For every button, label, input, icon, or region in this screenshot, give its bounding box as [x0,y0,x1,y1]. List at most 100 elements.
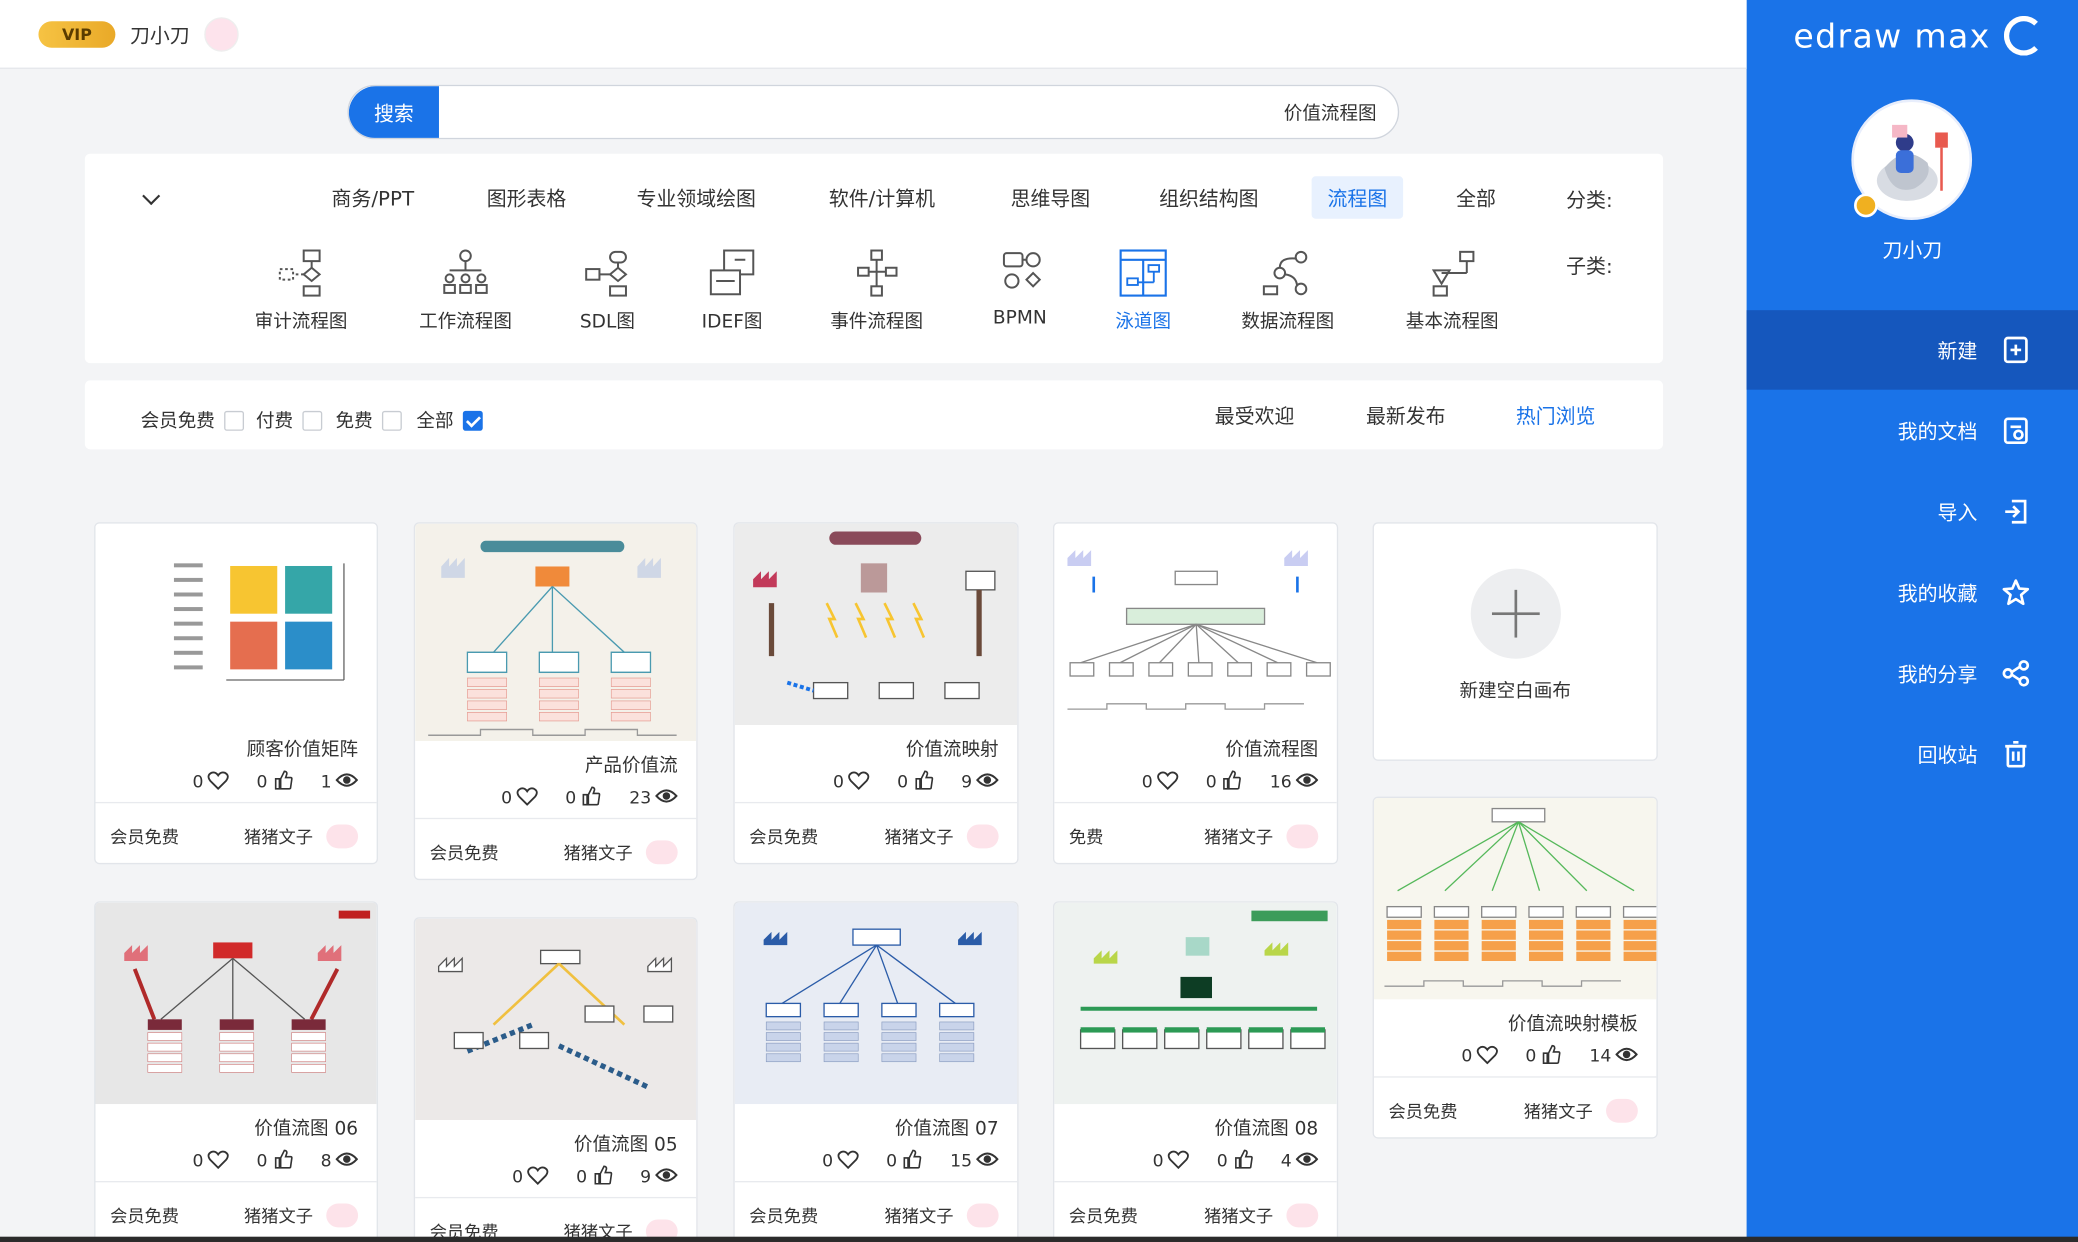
subcategory-swimlane[interactable]: 泳道图 [1084,247,1203,340]
sort-newest[interactable]: 最新发布 [1366,402,1446,430]
subcategory-event-flowchart[interactable]: 事件流程图 [817,247,936,340]
category-tables[interactable]: 图形表格 [471,176,582,218]
template-author[interactable]: 猪猪文子 [244,823,359,848]
sort-hot[interactable]: 热门浏览 [1516,402,1596,430]
favorites-stat[interactable]: 0 [512,1165,550,1190]
template-thumbnail[interactable] [95,902,377,1105]
likes-stat[interactable]: 0 [886,1149,924,1174]
sidebar-item-shared[interactable]: 我的分享 [1747,634,2078,714]
top-user-name[interactable]: 刀小刀 [130,21,190,49]
favorites-stat[interactable]: 0 [501,786,539,811]
category-professional[interactable]: 专业领域绘图 [621,176,772,218]
template-card[interactable]: 价值流图 05 0 0 9 猪猪文子 会员免费 [413,917,698,1242]
sort-popular[interactable]: 最受欢迎 [1215,402,1295,430]
template-author[interactable]: 猪猪文子 [885,1202,999,1227]
template-title[interactable]: 价值流图 08 [1214,1115,1318,1142]
template-thumbnail[interactable] [734,902,1018,1105]
new-canvas-label: 新建空白画布 [1459,681,1571,703]
new-blank-canvas-card[interactable]: 新建空白画布 [1372,522,1658,761]
favorites-stat[interactable]: 0 [1142,770,1180,795]
favorites-stat[interactable]: 0 [833,770,871,795]
audit-flowchart-icon [278,249,322,297]
favorites-stat[interactable]: 0 [1461,1044,1499,1069]
subcategory-bpmn[interactable]: BPMN [960,247,1079,340]
template-title[interactable]: 价值流图 05 [574,1131,678,1158]
template-card[interactable]: 价值流图 07 0 0 15 猪猪文子 会员免费 [733,901,1019,1242]
template-author[interactable]: 猪猪文子 [1204,823,1319,848]
template-thumbnail[interactable] [415,523,697,741]
thumbs-up-icon [1536,1044,1563,1069]
template-thumbnail[interactable] [1054,902,1337,1105]
template-card[interactable]: 价值流图 08 0 0 4 猪猪文子 会员免费 [1053,901,1339,1242]
template-author[interactable]: 猪猪文子 [1204,1202,1319,1227]
subcategory-workflow[interactable]: 工作流程图 [406,247,525,340]
subcategory-label: IDEF图 [701,311,763,333]
favorites-stat[interactable]: 0 [193,1149,231,1174]
template-card[interactable]: 价值流图 06 0 0 8 猪猪文子 会员免费 [94,901,378,1242]
chevron-down-icon[interactable] [142,187,161,206]
sidebar-item-favorites[interactable]: 我的收藏 [1747,553,2078,633]
likes-stat[interactable]: 0 [1206,770,1244,795]
filter-free-checkbox[interactable]: 免费 [336,407,402,434]
template-author[interactable]: 猪猪文子 [885,823,999,848]
subcategory-idef[interactable]: IDEF图 [672,247,791,340]
category-all[interactable]: 全部 [1440,176,1512,218]
sidebar-item-new[interactable]: 新建 [1746,310,2078,390]
template-price: 会员免费 [749,1207,819,1228]
favorites-stat[interactable]: 0 [1153,1149,1191,1174]
likes-stat[interactable]: 0 [897,770,935,795]
documents-icon [2001,416,2030,445]
brand[interactable]: edraw max [1793,15,2044,56]
template-thumbnail[interactable] [1054,523,1337,726]
category-flowchart[interactable]: 流程图 [1311,176,1404,219]
template-title[interactable]: 价值流映射模板 [1508,1010,1638,1037]
search-button[interactable]: 搜索 [348,86,439,138]
likes-stat[interactable]: 0 [576,1165,614,1190]
likes-stat[interactable]: 0 [1525,1044,1563,1069]
template-thumbnail[interactable] [415,918,697,1121]
template-title[interactable]: 价值流图 07 [895,1115,999,1142]
sidebar-item-import[interactable]: 导入 [1747,472,2078,552]
template-card[interactable]: 产品价值流 0 0 23 猪猪文子 会员免费 [413,522,698,881]
template-author[interactable]: 猪猪文子 [244,1202,359,1227]
template-card[interactable]: 顾客价值矩阵 0 0 1 猪猪文子 会员免费 [94,522,378,865]
template-author[interactable]: 猪猪文子 [1524,1098,1638,1123]
subcategory-basic-flowchart[interactable]: 基本流程图 [1393,247,1512,340]
template-thumbnail[interactable] [734,523,1018,726]
search-input[interactable] [454,86,1377,138]
top-avatar[interactable] [204,17,239,52]
subcategory-audit[interactable]: 审计流程图 [241,247,360,340]
likes-stat[interactable]: 0 [565,786,603,811]
filter-paid-checkbox[interactable]: 付费 [256,407,323,434]
template-card[interactable]: 价值流程图 0 0 16 猪猪文子 免费 [1053,522,1339,865]
category-mindmap[interactable]: 思维导图 [995,176,1106,218]
template-thumbnail[interactable] [95,523,377,726]
favorites-stat[interactable]: 0 [193,770,231,795]
subcategory-sdl[interactable]: SDL图 [548,247,667,340]
sidebar-item-trash[interactable]: 回收站 [1747,714,2078,794]
likes-stat[interactable]: 0 [257,770,295,795]
template-title[interactable]: 顾客价值矩阵 [247,736,358,763]
template-title[interactable]: 价值流程图 [1225,736,1318,763]
template-title[interactable]: 价值流映射 [906,736,999,763]
template-footer: 猪猪文子 免费 [1054,801,1337,863]
template-card[interactable]: 价值流映射模板 0 0 14 猪猪文子 会员免费 [1372,796,1658,1139]
template-author[interactable]: 猪猪文子 [564,839,678,864]
template-card[interactable]: 价值流映射 0 0 9 猪猪文子 会员免费 [733,522,1019,865]
filter-all-checkbox[interactable]: 全部 [416,407,483,434]
category-business-ppt[interactable]: 商务/PPT [316,176,430,218]
template-thumbnail[interactable] [1373,797,1657,1000]
category-software[interactable]: 软件/计算机 [813,176,951,218]
subcategory-data-flowchart[interactable]: 数据流程图 [1228,247,1347,340]
template-title[interactable]: 产品价值流 [585,752,678,779]
sidebar-item-documents[interactable]: 我的文档 [1747,391,2078,471]
category-org-chart[interactable]: 组织结构图 [1143,176,1274,218]
app-window: edraw max 刀小刀 新建 我的文档 导入 我的收藏 我的分享 回收站 V… [0,0,2078,1242]
template-price: 会员免费 [1388,1102,1458,1123]
vip-badge[interactable]: VIP [38,21,116,48]
favorites-stat[interactable]: 0 [822,1149,860,1174]
likes-stat[interactable]: 0 [257,1149,295,1174]
likes-stat[interactable]: 0 [1217,1149,1255,1174]
template-title[interactable]: 价值流图 06 [254,1115,358,1142]
filter-member-free-checkbox[interactable]: 会员免费 [141,407,245,434]
